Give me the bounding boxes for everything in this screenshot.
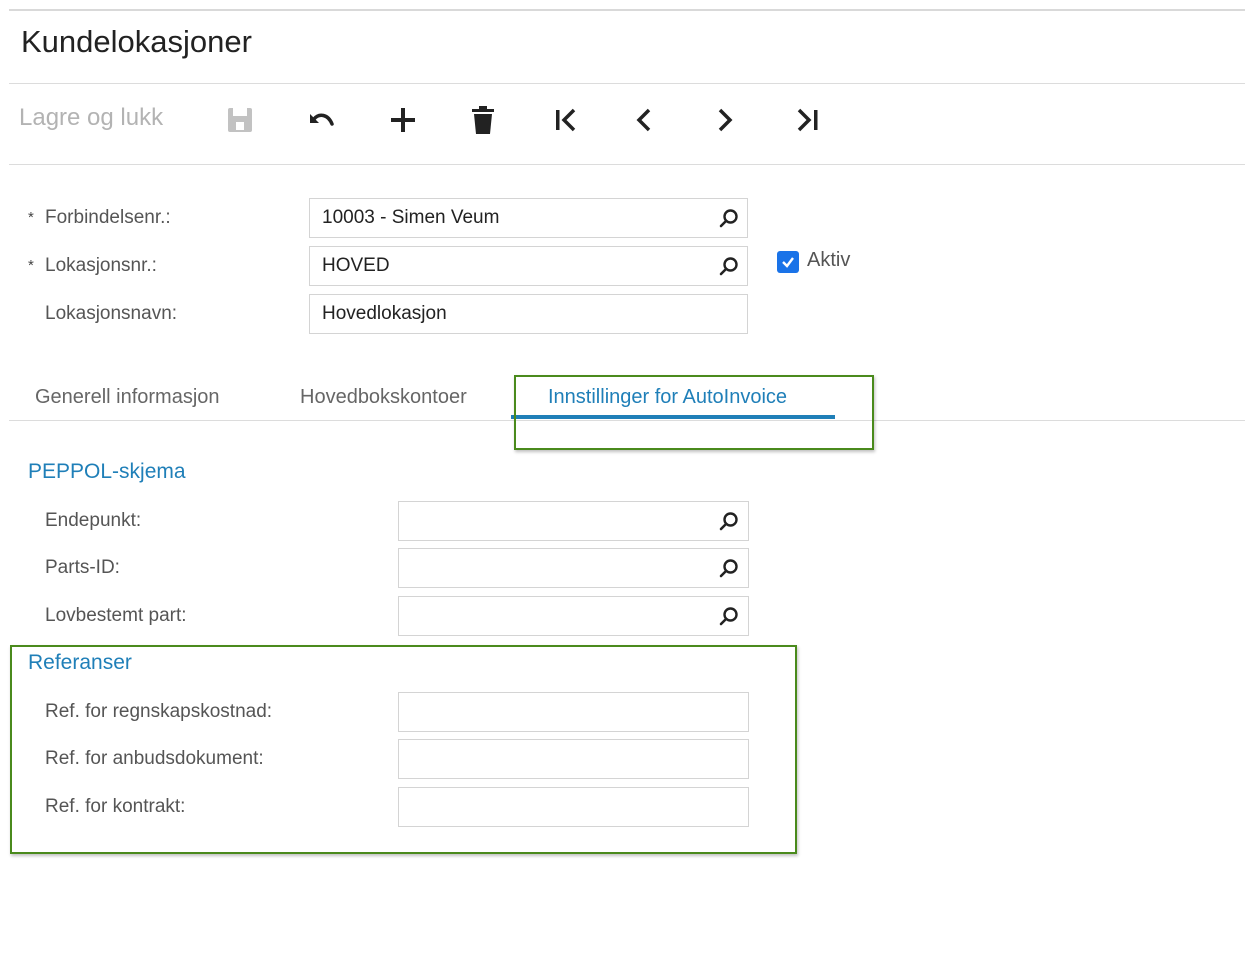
legal-party-field[interactable]	[398, 596, 749, 636]
tab-gl-accounts[interactable]: Hovedbokskontoer	[300, 386, 467, 409]
location-name-label: Lokasjonsnavn:	[45, 303, 178, 324]
search-icon[interactable]	[718, 207, 740, 229]
search-icon[interactable]	[718, 255, 740, 277]
active-checkbox[interactable]	[777, 251, 799, 273]
location-name-field[interactable]: Hovedlokasjon	[309, 294, 748, 334]
location-field[interactable]: HOVED	[309, 246, 748, 286]
search-icon[interactable]	[718, 605, 740, 627]
undo-icon[interactable]	[306, 104, 336, 136]
check-icon	[782, 257, 794, 268]
first-record-icon[interactable]	[551, 104, 581, 136]
contract-ref-label: Ref. for kontrakt:	[45, 796, 186, 817]
last-record-icon[interactable]	[793, 104, 823, 136]
location-label: Lokasjonsnr.:	[45, 255, 157, 276]
contract-ref-field[interactable]	[398, 787, 749, 827]
previous-record-icon[interactable]	[629, 104, 659, 136]
peppol-section-title: PEPPOL-skjema	[28, 460, 186, 483]
search-icon[interactable]	[718, 510, 740, 532]
references-section-title: Referanser	[28, 651, 132, 674]
endpoint-field[interactable]	[398, 501, 749, 541]
tender-document-ref-label: Ref. for anbudsdokument:	[45, 748, 264, 769]
active-label: Aktiv	[807, 249, 851, 271]
active-tab-indicator	[511, 415, 835, 419]
tabs-divider	[9, 420, 1245, 421]
party-id-label: Parts-ID:	[45, 557, 120, 578]
tab-autoinvoice-settings[interactable]: Innstillinger for AutoInvoice	[548, 386, 787, 409]
required-marker: *	[28, 209, 34, 226]
search-icon[interactable]	[718, 557, 740, 579]
required-marker: *	[28, 257, 34, 274]
page-title: Kundelokasjoner	[21, 24, 252, 59]
tab-general-info[interactable]: Generell informasjon	[35, 386, 220, 409]
accounting-cost-ref-label: Ref. for regnskapskostnad:	[45, 701, 273, 722]
top-border	[9, 9, 1245, 11]
party-id-field[interactable]	[398, 548, 749, 588]
title-divider	[9, 83, 1245, 84]
save-icon[interactable]	[225, 104, 255, 136]
next-record-icon[interactable]	[710, 104, 740, 136]
delete-icon[interactable]	[468, 104, 498, 136]
save-and-close-button[interactable]: Lagre og lukk	[19, 104, 163, 132]
endpoint-label: Endepunkt:	[45, 510, 142, 531]
tender-document-ref-field[interactable]	[398, 739, 749, 779]
toolbar-divider	[9, 164, 1245, 165]
accounting-cost-ref-field[interactable]	[398, 692, 749, 732]
legal-party-label: Lovbestemt part:	[45, 605, 187, 626]
customer-field[interactable]: 10003 - Simen Veum	[309, 198, 748, 238]
add-icon[interactable]	[388, 104, 418, 136]
customer-label: Forbindelsenr.:	[45, 207, 171, 228]
